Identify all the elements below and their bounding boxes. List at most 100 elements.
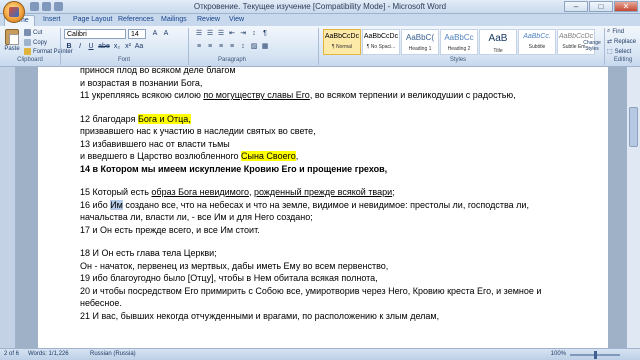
select-icon: ⬚ [607,49,613,55]
text-run: , во всяком терпении и великодушии с рад… [309,90,516,100]
separator [60,28,61,65]
tab-references[interactable]: References [113,15,159,24]
text-line[interactable]: 11 укрепляясь всякою силою по могуществу… [80,89,600,102]
text-line[interactable]: 12 благодаря Бога и Отца, [80,113,600,126]
document-text[interactable]: принося плод во всяком деле благом и возр… [80,64,600,322]
style-name: Heading 2 [447,46,471,52]
office-button[interactable] [3,1,25,23]
font-size-box[interactable]: 14 [128,29,146,39]
text-line[interactable]: и введшего в Царство возлюбленного Сына … [80,150,600,163]
maximize-button[interactable]: □ [589,1,613,12]
font-name-box[interactable]: Calibri [64,29,126,39]
replace-button[interactable]: ⇄ Replace [607,38,636,46]
tab-mailings[interactable]: Mailings [156,15,192,24]
underline-button[interactable]: U [86,42,96,52]
text-line[interactable]: 13 избавившего нас от власти тьмы [80,138,600,151]
select-button[interactable]: ⬚ Select [607,48,631,56]
bullets-icon[interactable]: ☰ [194,29,204,39]
tab-insert[interactable]: Insert [38,15,66,24]
borders-icon[interactable]: ▦ [260,42,270,52]
text-line[interactable]: 17 и Он есть прежде всего, и все Им стои… [80,224,600,237]
strikethrough-button[interactable]: abe [97,42,111,52]
text-line[interactable]: и возрастая в познании Бога, [80,77,600,90]
empty-line[interactable] [80,175,600,186]
close-button[interactable]: ✕ [614,1,638,12]
grow-font-button[interactable]: A [150,29,160,39]
numbering-icon[interactable]: ☰ [205,29,215,39]
text-line[interactable]: 15 Который есть образ Бога невидимого, р… [80,186,600,199]
text-line[interactable]: начальства ли, власти ли, - все Им и для… [80,211,600,224]
text-run: ; [392,187,395,197]
text-line[interactable]: 20 и чтобы посредством Его примирить с С… [80,285,600,298]
text-run: и возрастая в познании Бога, [80,77,203,88]
separator [188,28,189,65]
language-indicator[interactable]: Russian (Russia) [90,351,136,357]
sort-icon[interactable]: ↕ [249,29,259,39]
shading-icon[interactable]: ▨ [249,42,259,52]
empty-line[interactable] [80,236,600,247]
scrollbar-thumb[interactable] [629,107,638,147]
increase-indent-icon[interactable]: ⇥ [238,29,248,39]
subscript-button[interactable]: x₂ [112,42,122,52]
empty-line[interactable] [80,102,600,113]
style-sample: AaBbCcDc [324,33,360,40]
text-line[interactable]: принося плод во всяком деле благом [80,64,600,77]
text-run: начальства ли, власти ли, - все Им и для… [80,212,313,222]
style-subtitle[interactable]: AaBbCc. Subtitle [518,29,556,55]
change-styles-button[interactable]: Change Styles [582,40,602,52]
style-sample: AaBbCc [444,33,474,42]
document-area: принося плод во всяком деле благом и возр… [0,64,640,348]
window-title: Откровение. Текущее изучение [Compatibil… [193,2,447,11]
shrink-font-button[interactable]: A [161,29,171,39]
zoom-slider[interactable] [570,351,620,359]
line-spacing-icon[interactable]: ↕ [238,42,248,52]
vertical-scrollbar[interactable] [626,67,640,348]
superscript-button[interactable]: x² [123,42,133,52]
style-heading-2[interactable]: AaBbCc Heading 2 [440,29,478,55]
style-no-spacing[interactable]: AaBbCcDc ¶ No Spaci... [362,29,400,55]
paste-button[interactable]: Paste [2,28,22,56]
text-run: и введшего в Царство возлюбленного [80,151,241,161]
style-title[interactable]: AaB Title [479,29,517,55]
clipboard-group-label: Clipboard [17,57,43,63]
decrease-indent-icon[interactable]: ⇤ [227,29,237,39]
text-line[interactable]: 18 И Он есть глава тела Церкви; [80,247,600,260]
font-format-buttons: B I U abe x₂ x² Aa [64,42,144,52]
bold-button[interactable]: B [64,42,74,52]
text-line[interactable]: 14 в Котором мы имеем искупление Кровию … [80,163,600,176]
zoom-level[interactable]: 100% [551,351,566,357]
text-line[interactable]: 19 ибо благоугодно было [Отцу], чтобы в … [80,272,600,285]
italic-button[interactable]: I [75,42,85,52]
text-line[interactable]: 16 ибо Им создано все, что на небесах и … [80,199,600,212]
page-indicator[interactable]: 2 of 6 [4,351,19,357]
text-line[interactable]: 21 И вас, бывших некогда отчужденными и … [80,310,600,323]
styles-group-label: Styles [449,57,467,63]
text-line[interactable]: небесное. [80,297,600,310]
office-logo-icon [9,7,19,17]
minimize-button[interactable]: – [564,1,588,12]
show-marks-icon[interactable]: ¶ [260,29,270,39]
copy-label: Copy [33,39,48,46]
tab-review[interactable]: Review [192,15,225,24]
justify-icon[interactable]: ≡ [227,42,237,52]
align-left-icon[interactable]: ≡ [194,42,204,52]
align-right-icon[interactable]: ≡ [216,42,226,52]
style-sample: AaB [488,33,508,44]
copy-button[interactable]: Copy [24,39,47,46]
change-case-button[interactable]: Aa [134,42,144,52]
cut-button[interactable]: Cut [24,29,42,36]
text-line[interactable]: призвавшего нас к участию в наследии свя… [80,125,600,138]
word-count[interactable]: Words: 1/1,226 [28,351,69,357]
style-normal[interactable]: AaBbCcDc ¶ Normal [323,29,361,55]
tab-view[interactable]: View [224,15,249,24]
align-center-icon[interactable]: ≡ [205,42,215,52]
style-heading-1[interactable]: AaBbC(Heading 1 [401,29,439,55]
find-button[interactable]: ⌕ Find [607,28,624,35]
text-run: 13 избавившего нас от власти тьмы [80,138,230,149]
multilevel-list-icon[interactable]: ☰ [216,29,226,39]
tab-page-layout[interactable]: Page Layout [68,15,117,24]
document-page[interactable]: принося плод во всяком деле благом и возр… [38,64,608,348]
text-run: 12 благодаря [80,113,138,124]
text-run: 14 в Котором мы имеем искупление Кровию … [80,163,388,174]
text-line[interactable]: Он - начаток, первенец из мертвых, дабы … [80,260,600,273]
